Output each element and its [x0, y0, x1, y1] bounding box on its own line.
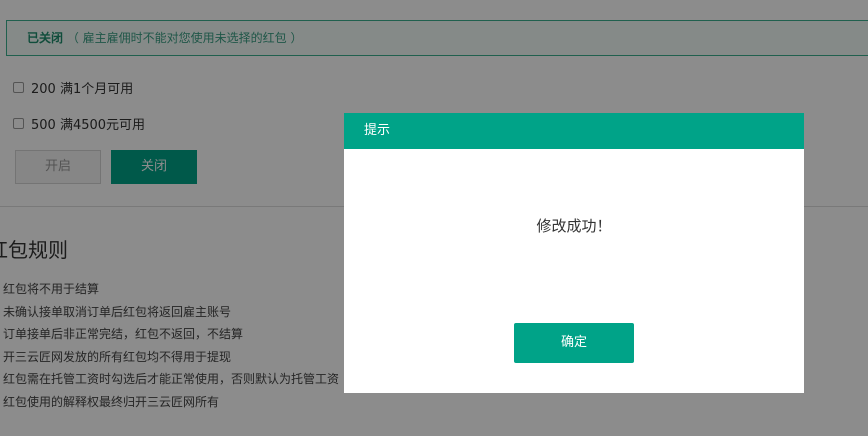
confirm-button[interactable]: 确定 [514, 323, 634, 363]
dialog-header: 提示 [344, 113, 804, 149]
alert-dialog: 提示 修改成功！ 确定 [344, 113, 804, 393]
dialog-message: 修改成功！ [536, 217, 612, 235]
dialog-title: 提示 [364, 123, 391, 138]
